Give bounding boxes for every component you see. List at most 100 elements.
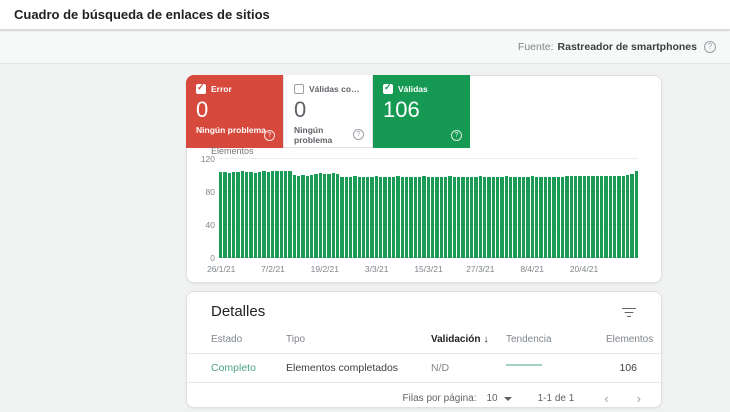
warning-checkbox-unchecked-icon[interactable]	[294, 84, 304, 94]
chart-bar	[621, 175, 625, 258]
chevron-down-icon	[503, 396, 512, 401]
source-value: Rastreador de smartphones	[557, 41, 697, 53]
help-icon[interactable]: ?	[264, 130, 275, 141]
error-checkbox-checked-icon[interactable]	[196, 82, 206, 94]
chart-bar	[366, 177, 370, 258]
chart-bar	[452, 177, 457, 258]
chart-y-tick: 120	[200, 154, 215, 164]
chart-gridline	[219, 158, 638, 159]
chart-bar	[439, 177, 444, 258]
chart-bar	[578, 175, 582, 258]
chart-bar	[270, 171, 275, 258]
card-valid-with-warnings[interactable]: Válidas con adver… 0 Ningún problema ?	[283, 75, 373, 148]
chart-bar	[253, 173, 257, 258]
help-icon[interactable]: ?	[451, 130, 462, 141]
pagination-range: 1-1 de 1	[537, 393, 575, 404]
chart-bar	[223, 172, 227, 258]
chart-x-tick: 8/4/21	[520, 264, 544, 274]
help-icon[interactable]: ?	[353, 129, 364, 140]
help-icon[interactable]: ?	[704, 41, 716, 53]
source-label: Fuente:	[517, 41, 554, 53]
chart-x-tick: 27/3/21	[466, 264, 495, 274]
rows-per-page-label: Filas por página:	[402, 393, 477, 404]
chart-bar	[634, 170, 638, 258]
chart-bar	[244, 172, 249, 258]
chart-bar	[465, 177, 470, 258]
card-error-label: Error	[211, 84, 232, 94]
card-valid[interactable]: Válidas 106 ?	[373, 75, 470, 148]
next-page-button[interactable]: ›	[635, 391, 643, 406]
chart-bar	[318, 173, 322, 258]
chart-bar	[487, 177, 491, 258]
chart-bar	[396, 176, 400, 258]
chart-bar	[591, 175, 595, 258]
chart-plot[interactable]	[219, 158, 638, 258]
chart-bar	[556, 177, 560, 258]
card-valid-label: Válidas	[398, 84, 428, 94]
page-title: Cuadro de búsqueda de enlaces de sitios	[14, 7, 270, 22]
chart-bar	[526, 177, 530, 258]
chart-bar	[552, 177, 556, 258]
column-header-validacion-label: Validación	[431, 334, 481, 345]
chart-bar	[474, 177, 478, 258]
chart-y-tick: 40	[205, 220, 215, 230]
cell-validacion: N/D	[431, 362, 450, 374]
column-header-tendencia[interactable]: Tendencia	[506, 334, 606, 345]
rows-per-page-select[interactable]: 10	[486, 393, 512, 404]
chart-bar	[483, 177, 487, 258]
chart-bar	[249, 172, 253, 258]
column-header-elementos[interactable]: Elementos	[606, 334, 653, 345]
chart-bar	[301, 174, 305, 258]
column-header-estado[interactable]: Estado	[211, 334, 286, 345]
chart-bar	[504, 176, 508, 258]
chart-bar	[387, 177, 392, 258]
column-header-validacion[interactable]: Validación ↓	[431, 334, 506, 345]
chart-x-tick: 19/2/21	[310, 264, 340, 274]
chart-bar	[405, 177, 409, 258]
table-header-row: Estado Tipo Validación ↓ Tendencia Elemen…	[187, 326, 661, 354]
chart-bar	[521, 177, 526, 258]
chart-bar	[357, 177, 361, 258]
chart-bar	[353, 176, 357, 258]
chart-bar	[309, 174, 314, 258]
rows-per-page-value: 10	[486, 393, 498, 404]
previous-page-button[interactable]: ‹	[602, 391, 610, 406]
chart-axis-title: Elementos	[211, 146, 254, 156]
chart-bar	[266, 172, 270, 258]
filter-icon[interactable]	[621, 307, 637, 319]
chart-bar	[547, 177, 552, 258]
cell-elementos: 106	[619, 362, 637, 374]
chart-bar	[344, 177, 348, 258]
chart-bar	[470, 177, 474, 258]
chart-bar	[496, 177, 500, 258]
chart-y-tick: 0	[210, 253, 215, 263]
chart-bar	[227, 173, 231, 258]
chart-bar	[630, 173, 634, 258]
chart-bar	[335, 173, 340, 258]
table-row[interactable]: Completo Elementos completados N/D 106	[187, 354, 661, 383]
valid-checkbox-checked-icon[interactable]	[383, 82, 393, 94]
chart-bar	[383, 177, 387, 258]
chart-bar	[500, 177, 504, 258]
chart-bar	[569, 175, 573, 258]
card-error[interactable]: Error 0 Ningún problema ?	[186, 75, 283, 148]
table-pagination: Filas por página: 10 1-1 de 1 ‹ ›	[187, 383, 661, 412]
chart-bar	[478, 176, 483, 258]
chart-bar	[327, 173, 331, 258]
chart-bar	[435, 177, 439, 258]
chart-bar	[517, 177, 521, 258]
chart-bar	[340, 177, 344, 258]
chart-bar	[418, 177, 422, 258]
chart-bar	[530, 176, 534, 258]
sort-desc-icon: ↓	[483, 334, 489, 345]
cell-estado: Completo	[211, 362, 256, 374]
chart-bar	[508, 177, 513, 258]
trend-sparkline	[506, 364, 542, 366]
chart-bar	[431, 177, 435, 258]
chart-bar	[513, 177, 517, 258]
chart-bar	[448, 176, 452, 258]
chart-bar	[231, 172, 236, 258]
column-header-tipo[interactable]: Tipo	[286, 334, 431, 345]
chart-bar	[370, 177, 374, 258]
chart-bar	[461, 177, 465, 258]
